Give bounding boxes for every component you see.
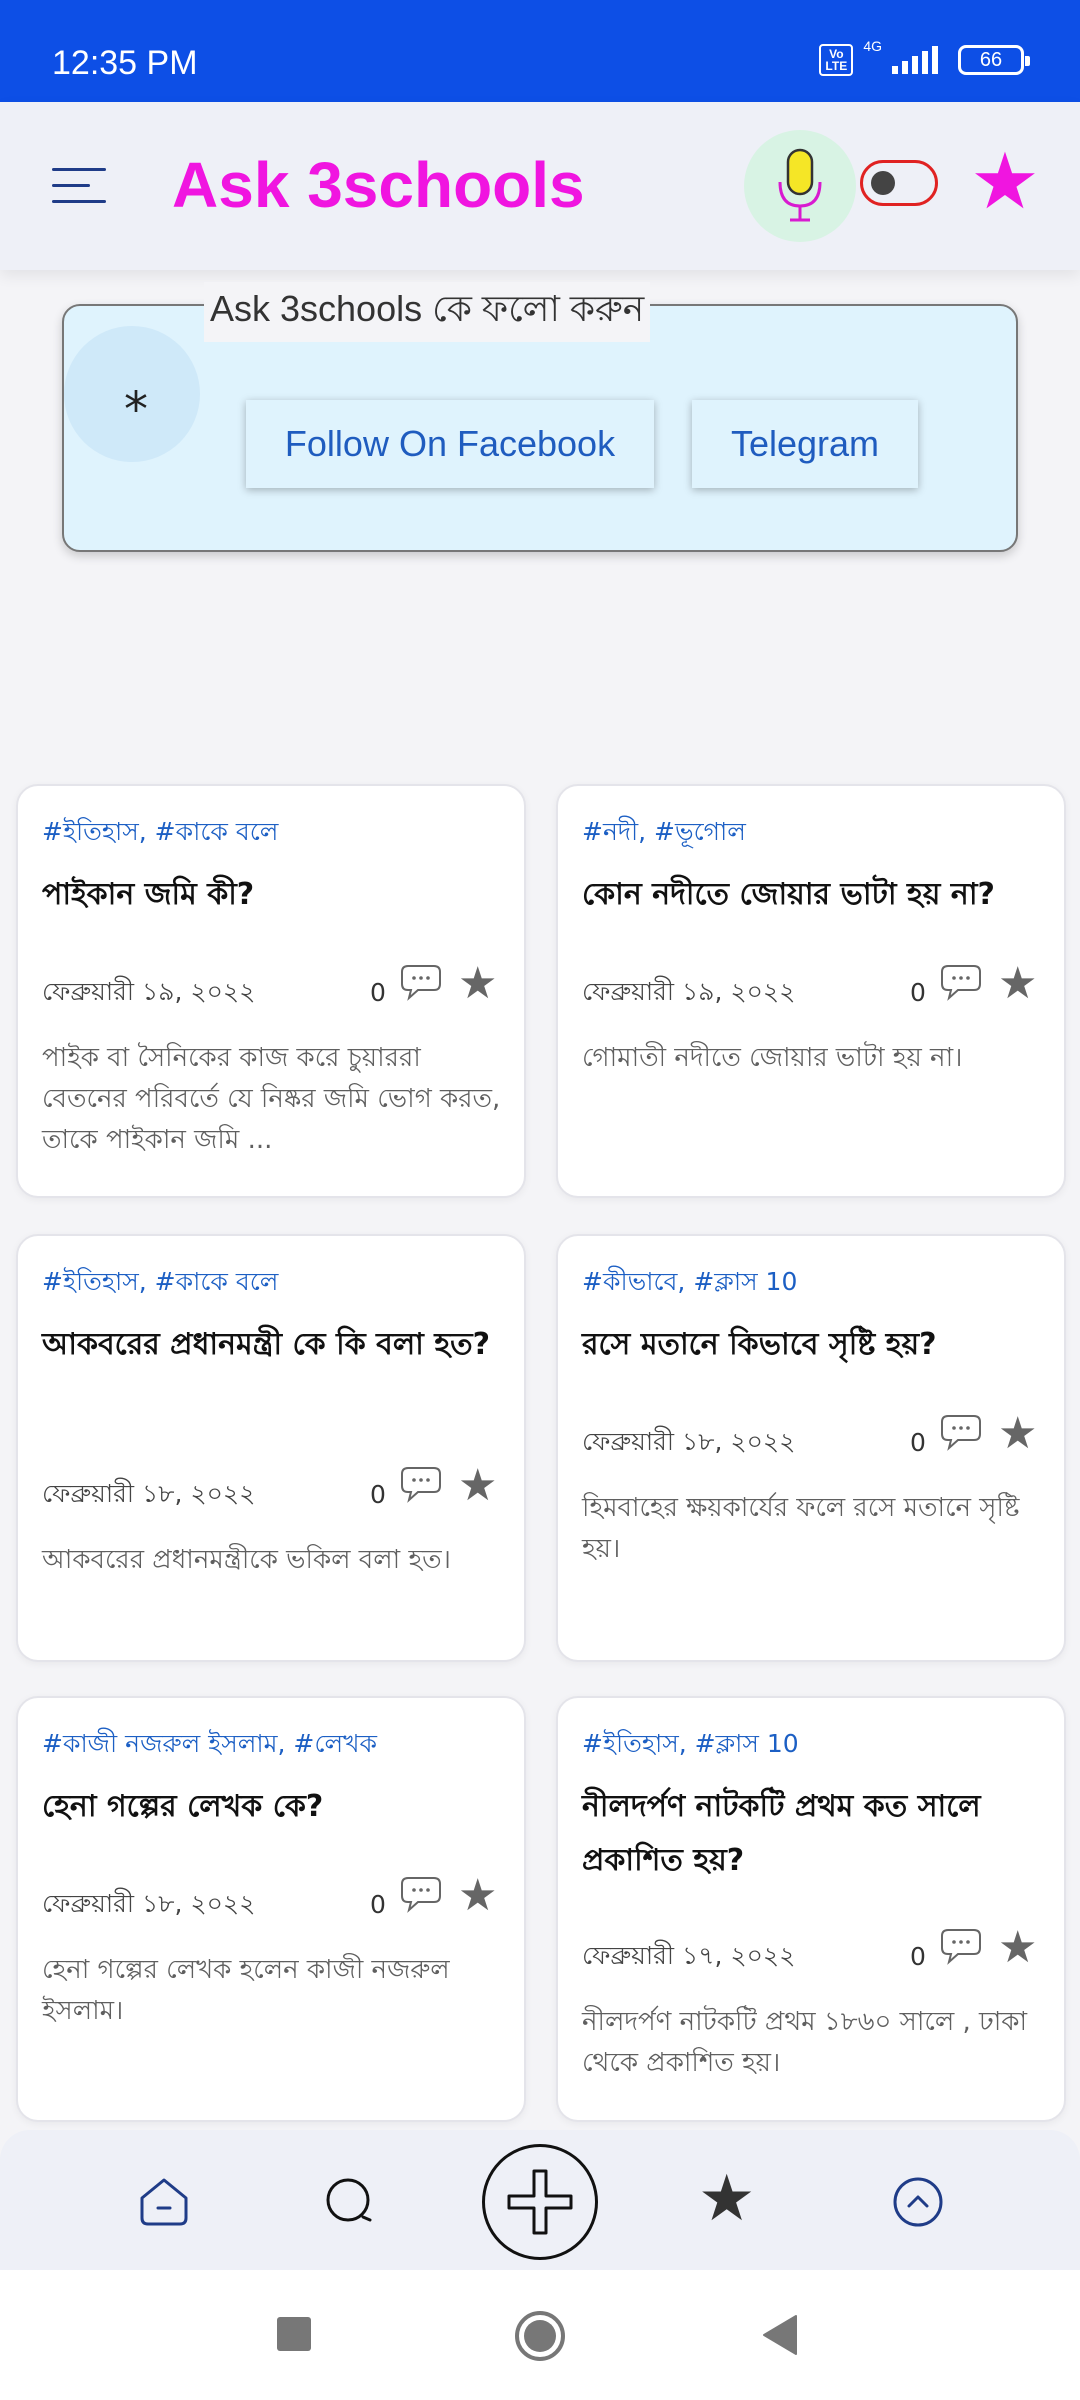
comment-icon[interactable] — [400, 1464, 442, 1504]
home-icon[interactable] — [514, 2310, 566, 2362]
follow-facebook-button[interactable]: Follow On Facebook — [246, 400, 654, 488]
card-date: ফেব্রুয়ারী ১৭, ২০২২ — [582, 1941, 796, 1970]
question-card[interactable]: #ইতিহাস, #ক্লাস 10 নীলদর্পণ নাটকটি প্রথম… — [556, 1696, 1066, 2122]
add-button[interactable] — [482, 2144, 598, 2260]
asterisk: * — [124, 382, 148, 438]
card-excerpt: পাইক বা সৈনিকের কাজ করে চুয়াররা বেতনের … — [42, 1043, 501, 1155]
battery-icon: 66 — [958, 45, 1030, 75]
network-type-label: 4G — [863, 38, 882, 54]
scroll-up-icon[interactable] — [890, 2174, 946, 2230]
card-excerpt: হেনা গল্পের লেখক হলেন কাজী নজরুল ইসলাম। — [42, 1955, 450, 2026]
card-date: ফেব্রুয়ারী ১৯, ২০২২ — [582, 977, 796, 1006]
status-icons: Vo LTE 4G 66 — [819, 38, 1030, 76]
comment-icon[interactable] — [940, 1926, 982, 1966]
card-excerpt: নীলদর্পণ নাটকটি প্রথম ১৮৬০ সালে , ঢাকা থ… — [582, 2007, 1027, 2078]
bottom-nav: ★ — [0, 2130, 1080, 2270]
card-title[interactable]: নীলদর্পণ নাটকটি প্রথম কত সালে প্রকাশিত হ… — [582, 1780, 1052, 1888]
star-icon[interactable]: ★ — [998, 1926, 1037, 1970]
star-icon[interactable]: ★ — [698, 2164, 755, 2234]
app-title: Ask 3schools — [172, 149, 585, 221]
comment-count: 0 — [370, 1480, 386, 1509]
signal-icon — [892, 46, 938, 74]
status-time: 12:35 PM — [52, 44, 198, 82]
comment-icon[interactable] — [400, 1874, 442, 1914]
question-card[interactable]: #ইতিহাস, #কাকে বলে আকবরের প্রধানমন্ত্রী … — [16, 1234, 526, 1662]
card-date: ফেব্রুয়ারী ১৯, ২০২২ — [42, 977, 256, 1006]
card-date: ফেব্রুয়ারী ১৮, ২০২২ — [42, 1889, 256, 1918]
card-title[interactable]: কোন নদীতে জোয়ার ভাটা হয় না? — [582, 868, 1052, 922]
question-card[interactable]: #কীভাবে, #ক্লাস 10 রসে মতানে কিভাবে সৃষ্… — [556, 1234, 1066, 1662]
star-icon[interactable]: ★ — [458, 1464, 497, 1508]
app-header: Ask 3schools ★ — [0, 102, 1080, 270]
card-tags[interactable]: #ইতিহাস, #কাকে বলে — [42, 1262, 278, 1305]
comment-count: 0 — [910, 1428, 926, 1457]
battery-level: 66 — [979, 48, 1003, 71]
card-title[interactable]: পাইকান জমি কী? — [42, 868, 512, 922]
comment-count: 0 — [910, 1942, 926, 1971]
question-card[interactable]: #নদী, #ভূগোল কোন নদীতে জোয়ার ভাটা হয় ন… — [556, 784, 1066, 1198]
star-icon[interactable]: ★ — [458, 1874, 497, 1918]
card-tags[interactable]: #কাজী নজরুল ইসলাম, #লেখক — [42, 1724, 377, 1767]
comment-count: 0 — [370, 978, 386, 1007]
card-title[interactable]: রসে মতানে কিভাবে সৃষ্টি হয়? — [582, 1318, 1052, 1372]
card-date: ফেব্রুয়ারী ১৮, ২০২২ — [42, 1479, 256, 1508]
card-excerpt: আকবরের প্রধানমন্ত্রীকে ভকিল বলা হত। — [42, 1545, 451, 1575]
theme-toggle[interactable] — [860, 160, 938, 206]
card-excerpt: হিমবাহের ক্ষয়কার্যের ফলে রসে মতানে সৃষ্… — [582, 1493, 1020, 1564]
comment-icon[interactable] — [940, 1412, 982, 1452]
comment-count: 0 — [370, 1890, 386, 1919]
add-icon — [507, 2169, 573, 2235]
status-bar: 12:35 PM Vo LTE 4G 66 — [0, 0, 1080, 102]
menu-icon[interactable] — [52, 164, 110, 208]
card-tags[interactable]: #নদী, #ভূগোল — [582, 812, 746, 855]
card-title[interactable]: আকবরের প্রধানমন্ত্রী কে কি বলা হত? — [42, 1318, 512, 1372]
home-icon[interactable] — [136, 2174, 192, 2230]
card-date: ফেব্রুয়ারী ১৮, ২০২২ — [582, 1427, 796, 1456]
comment-icon[interactable] — [400, 962, 442, 1002]
card-title[interactable]: হেনা গল্পের লেখক কে? — [42, 1780, 512, 1834]
volte-icon: Vo LTE — [819, 44, 854, 76]
card-tags[interactable]: #ইতিহাস, #কাকে বলে — [42, 812, 278, 855]
star-icon[interactable]: ★ — [458, 962, 497, 1006]
comment-count: 0 — [910, 978, 926, 1007]
question-card[interactable]: #ইতিহাস, #কাকে বলে পাইকান জমি কী? ফেব্রু… — [16, 784, 526, 1198]
system-nav — [0, 2270, 1080, 2400]
star-icon[interactable]: ★ — [970, 142, 1040, 222]
telegram-button[interactable]: Telegram — [692, 400, 918, 488]
microphone-button[interactable] — [744, 130, 856, 242]
recents-icon[interactable] — [276, 2316, 312, 2352]
follow-legend: Ask 3schools কে ফলো করুন — [204, 282, 651, 342]
question-card[interactable]: #কাজী নজরুল ইসলাম, #লেখক হেনা গল্পের লেখ… — [16, 1696, 526, 2122]
card-tags[interactable]: #কীভাবে, #ক্লাস 10 — [582, 1262, 797, 1305]
search-icon[interactable] — [322, 2174, 378, 2230]
star-icon[interactable]: ★ — [998, 962, 1037, 1006]
star-icon[interactable]: ★ — [998, 1412, 1037, 1456]
card-excerpt: গোমাতী নদীতে জোয়ার ভাটা হয় না। — [582, 1043, 963, 1073]
card-tags[interactable]: #ইতিহাস, #ক্লাস 10 — [582, 1724, 799, 1767]
microphone-icon — [778, 148, 822, 222]
comment-icon[interactable] — [940, 962, 982, 1002]
back-icon[interactable] — [760, 2314, 800, 2356]
